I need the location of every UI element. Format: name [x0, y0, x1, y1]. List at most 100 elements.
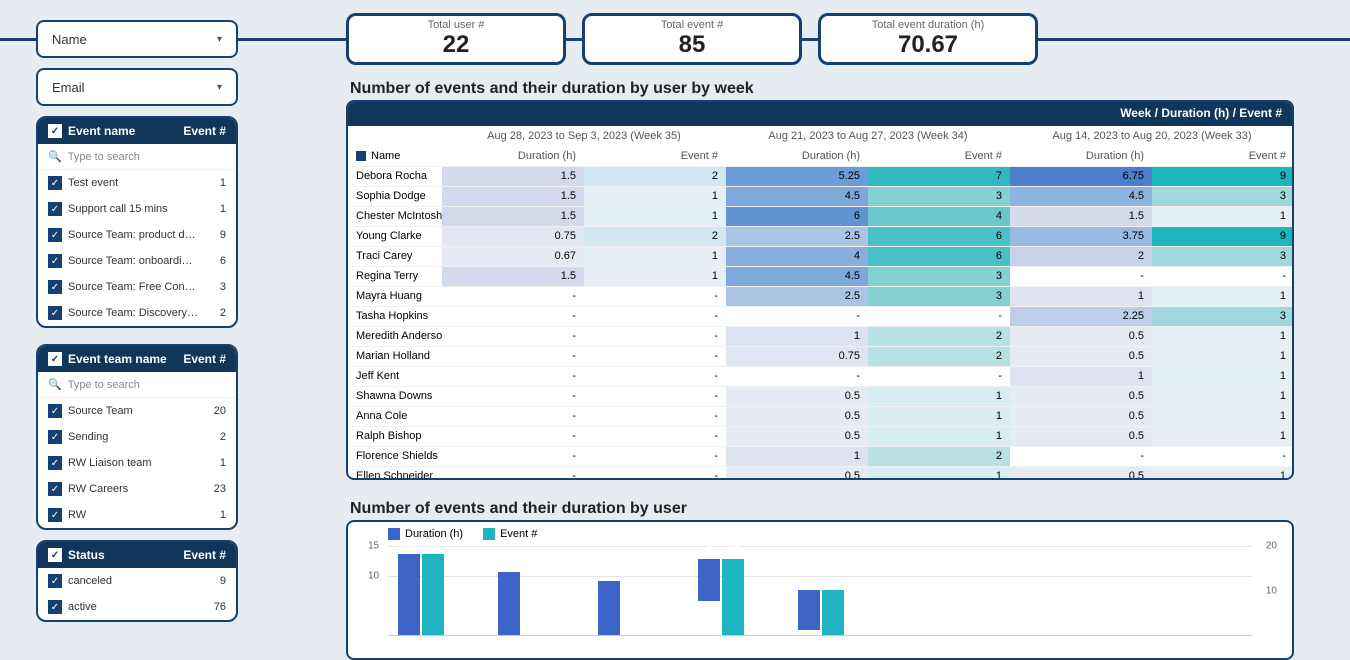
- search-icon: 🔍: [48, 150, 62, 163]
- kpi-label: Total event #: [661, 19, 723, 31]
- filter-header: ✓Event team name Event #: [38, 346, 236, 372]
- bar-duration: 7: [698, 559, 720, 601]
- filter-search[interactable]: 🔍 Type to search: [38, 372, 236, 398]
- checkbox-icon[interactable]: ✓: [48, 574, 62, 588]
- data-cell: 1: [1152, 346, 1294, 366]
- data-cell: 1: [726, 326, 868, 346]
- data-cell: 1: [1152, 386, 1294, 406]
- checkbox-icon[interactable]: ✓: [48, 306, 62, 320]
- filter-header: ✓Status Event #: [38, 542, 236, 568]
- data-cell: 1.5: [442, 266, 584, 286]
- data-cell: 6: [868, 246, 1010, 266]
- chart-title: Number of events and their duration by u…: [350, 500, 687, 518]
- data-cell: 1: [1152, 406, 1294, 426]
- data-cell: 1.5: [442, 166, 584, 186]
- filter-count: 2: [220, 431, 226, 443]
- filter-row[interactable]: ✓Support call 15 mins1: [38, 196, 236, 222]
- checkbox-all-icon[interactable]: ✓: [48, 124, 62, 138]
- week-header: Aug 28, 2023 to Sep 3, 2023 (Week 35): [442, 126, 726, 146]
- checkbox-all-icon[interactable]: ✓: [48, 352, 62, 366]
- filter-row[interactable]: ✓Test event1: [38, 170, 236, 196]
- filter-count: 1: [220, 509, 226, 521]
- filter-row[interactable]: ✓Sending2: [38, 424, 236, 450]
- data-cell: 1: [1010, 366, 1152, 386]
- name-dropdown[interactable]: Name ▾: [36, 20, 238, 58]
- duration-header: Duration (h): [726, 146, 868, 166]
- bar-event: 17: [722, 559, 744, 636]
- bar-duration: 10.5: [498, 572, 520, 635]
- data-cell: -: [584, 286, 726, 306]
- email-dropdown[interactable]: Email ▾: [36, 68, 238, 106]
- data-cell: 1.5: [442, 186, 584, 206]
- filter-row[interactable]: ✓RW1: [38, 502, 236, 528]
- chevron-down-icon: ▾: [217, 34, 222, 45]
- data-cell: 1: [1152, 206, 1294, 226]
- checkbox-all-icon[interactable]: ✓: [48, 548, 62, 562]
- filter-row[interactable]: ✓Source Team: product d…9: [38, 222, 236, 248]
- kpi-total-event: Total event # 85: [582, 13, 802, 65]
- data-cell: 1.5: [442, 206, 584, 226]
- data-cell: -: [584, 306, 726, 326]
- checkbox-icon[interactable]: ✓: [48, 404, 62, 418]
- data-cell: 1: [868, 386, 1010, 406]
- checkbox-icon[interactable]: ✓: [48, 202, 62, 216]
- data-cell: 1: [584, 246, 726, 266]
- filter-row[interactable]: ✓Source Team20: [38, 398, 236, 424]
- legend-duration: Duration (h): [388, 528, 463, 540]
- row-name: Debora Rocha: [348, 166, 442, 186]
- name-dropdown-label: Name: [52, 32, 87, 47]
- row-name: Tasha Hopkins: [348, 306, 442, 326]
- data-cell: 9: [1152, 226, 1294, 246]
- data-cell: 2.5: [726, 226, 868, 246]
- filter-label: Source Team: onboardi…: [68, 255, 193, 267]
- filter-row[interactable]: ✓canceled9: [38, 568, 236, 594]
- data-cell: -: [442, 446, 584, 466]
- checkbox-icon[interactable]: ✓: [48, 600, 62, 614]
- checkbox-icon[interactable]: ✓: [48, 482, 62, 496]
- data-cell: 0.5: [1010, 326, 1152, 346]
- data-cell: 1: [868, 466, 1010, 480]
- data-cell: -: [1010, 266, 1152, 286]
- data-cell: 5.25: [726, 166, 868, 186]
- filter-row[interactable]: ✓Source Team: Free Cons…3: [38, 274, 236, 300]
- checkbox-icon[interactable]: ✓: [48, 176, 62, 190]
- search-icon: 🔍: [48, 378, 62, 391]
- data-cell: 2: [868, 346, 1010, 366]
- name-header: Name: [348, 146, 442, 166]
- filter-row[interactable]: ✓RW Liaison team1: [38, 450, 236, 476]
- data-cell: -: [1152, 446, 1294, 466]
- data-cell: -: [584, 346, 726, 366]
- legend-event: Event #: [483, 528, 537, 540]
- filter-row[interactable]: ✓Source Team: Discovery…2: [38, 300, 236, 326]
- data-cell: -: [1010, 446, 1152, 466]
- data-cell: -: [584, 466, 726, 480]
- kpi-label: Total event duration (h): [872, 19, 985, 31]
- bar-duration: 13.5: [398, 554, 420, 635]
- data-cell: 6: [726, 206, 868, 226]
- data-cell: -: [584, 406, 726, 426]
- kpi-total-user: Total user # 22: [346, 13, 566, 65]
- filter-row[interactable]: ✓RW Careers23: [38, 476, 236, 502]
- row-name: Young Clarke: [348, 226, 442, 246]
- checkbox-icon[interactable]: ✓: [48, 280, 62, 294]
- checkbox-icon[interactable]: ✓: [48, 254, 62, 268]
- data-cell: 0.5: [1010, 386, 1152, 406]
- filter-row[interactable]: ✓active76: [38, 594, 236, 620]
- checkbox-icon[interactable]: ✓: [48, 228, 62, 242]
- week-header: Aug 21, 2023 to Aug 27, 2023 (Week 34): [726, 126, 1010, 146]
- checkbox-icon[interactable]: ✓: [48, 430, 62, 444]
- duration-header: Duration (h): [442, 146, 584, 166]
- filter-row[interactable]: ✓Source Team: onboardi…6: [38, 248, 236, 274]
- data-cell: 2: [868, 446, 1010, 466]
- data-cell: 4: [726, 246, 868, 266]
- checkbox-icon[interactable]: ✓: [48, 508, 62, 522]
- data-cell: -: [442, 286, 584, 306]
- row-name: Mayra Huang: [348, 286, 442, 306]
- data-cell: -: [584, 426, 726, 446]
- data-cell: -: [442, 466, 584, 480]
- row-name: Jeff Kent: [348, 366, 442, 386]
- data-cell: 0.5: [1010, 406, 1152, 426]
- email-dropdown-label: Email: [52, 80, 85, 95]
- filter-search[interactable]: 🔍 Type to search: [38, 144, 236, 170]
- checkbox-icon[interactable]: ✓: [48, 456, 62, 470]
